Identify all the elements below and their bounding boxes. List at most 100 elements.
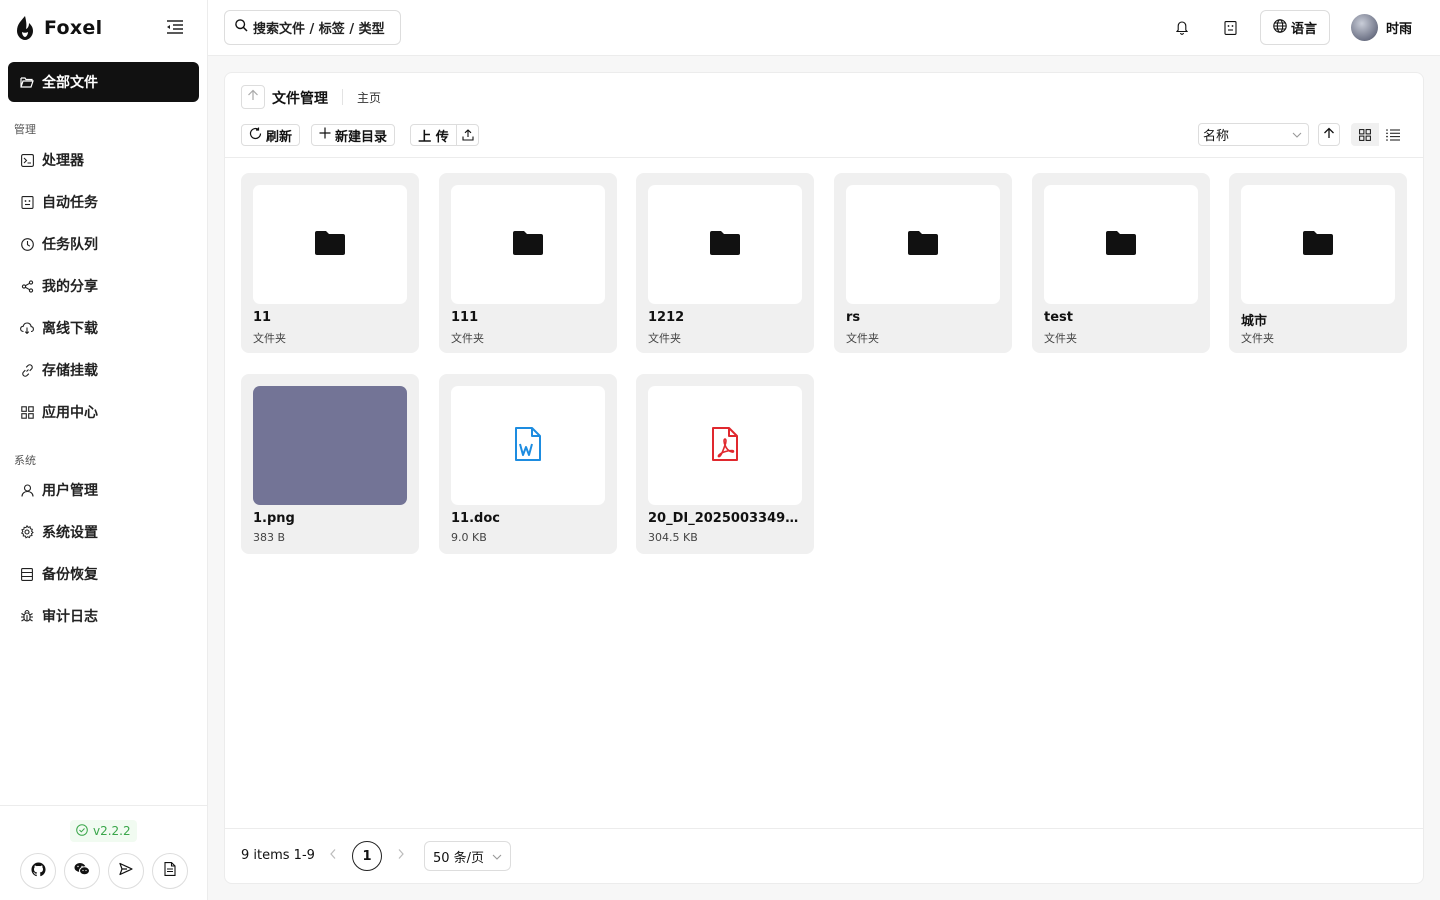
sidebar: Foxel 全部文件 管理 处理器 自动任务 任务队列 我的分享 离线下载 存储… bbox=[0, 0, 208, 900]
file-thumbnail bbox=[1241, 185, 1395, 304]
share-icon bbox=[20, 279, 34, 293]
file-name: test bbox=[1044, 310, 1073, 325]
sidebar-item-label: 备份恢复 bbox=[42, 567, 98, 583]
docs-button[interactable] bbox=[152, 853, 188, 889]
file-thumbnail bbox=[253, 185, 407, 304]
page-size-select[interactable]: 50 条/页 bbox=[424, 841, 511, 871]
avatar bbox=[1351, 14, 1378, 41]
refresh-button[interactable]: 刷新 bbox=[241, 124, 301, 146]
sidebar-item-my-shares[interactable]: 我的分享 bbox=[8, 266, 199, 306]
language-button[interactable]: 语言 bbox=[1260, 10, 1330, 45]
sidebar-item-processor[interactable]: 处理器 bbox=[8, 140, 199, 180]
sidebar-item-app-center[interactable]: 应用中心 bbox=[8, 392, 199, 432]
folder-open-icon bbox=[20, 75, 34, 89]
page-size-value: 50 条/页 bbox=[433, 850, 485, 866]
divider bbox=[225, 157, 1423, 158]
refresh-label: 刷新 bbox=[266, 129, 293, 145]
brand[interactable]: Foxel bbox=[14, 12, 102, 44]
list-view-icon[interactable] bbox=[1379, 123, 1407, 146]
sidebar-item-all-files[interactable]: 全部文件 bbox=[8, 62, 199, 102]
go-up-button[interactable] bbox=[241, 85, 265, 109]
link-icon bbox=[20, 363, 34, 377]
sidebar-footer: v2.2.2 bbox=[0, 805, 207, 900]
page-number-button[interactable]: 1 bbox=[352, 841, 382, 871]
fox-logo-icon bbox=[14, 15, 36, 41]
file-name: 111 bbox=[451, 310, 479, 325]
sidebar-item-storage-mount[interactable]: 存储挂载 bbox=[8, 350, 199, 390]
user-menu[interactable]: 时雨 bbox=[1351, 14, 1412, 41]
clock-icon bbox=[20, 237, 34, 251]
file-card-folder[interactable]: test 文件夹 bbox=[1032, 173, 1210, 353]
version-badge: v2.2.2 bbox=[70, 820, 137, 842]
file-card-pdf[interactable]: 20_DI_2025003349_... 304.5 KB bbox=[636, 374, 814, 554]
file-name: rs bbox=[846, 310, 861, 325]
sidebar-item-label: 离线下载 bbox=[42, 321, 98, 337]
file-thumbnail bbox=[648, 185, 802, 304]
chevron-down-icon bbox=[492, 849, 502, 864]
upload-more-icon[interactable] bbox=[457, 125, 478, 145]
sidebar-item-task-queue[interactable]: 任务队列 bbox=[8, 224, 199, 264]
search-placeholder: 搜索文件 / 标签 / 类型 bbox=[253, 22, 385, 37]
file-card-folder[interactable]: 城市 文件夹 bbox=[1229, 173, 1407, 353]
arrow-up-icon bbox=[247, 89, 259, 105]
notification-bell-icon[interactable] bbox=[1171, 17, 1193, 39]
file-name: 11.doc bbox=[451, 511, 500, 526]
file-meta: 383 B bbox=[253, 531, 286, 544]
sidebar-item-offline-download[interactable]: 离线下载 bbox=[8, 308, 199, 348]
file-card-word[interactable]: 11.doc 9.0 KB bbox=[439, 374, 617, 554]
folder-icon bbox=[513, 230, 543, 259]
sort-select[interactable]: 名称 bbox=[1198, 123, 1309, 146]
grid-view-icon[interactable] bbox=[1351, 123, 1379, 146]
search-icon bbox=[235, 19, 248, 36]
wechat-button[interactable] bbox=[64, 853, 100, 889]
sidebar-item-backup-restore[interactable]: 备份恢复 bbox=[8, 554, 199, 594]
view-mode-toggle bbox=[1351, 123, 1407, 146]
file-card-folder[interactable]: 111 文件夹 bbox=[439, 173, 617, 353]
top-header: 搜索文件 / 标签 / 类型 语言 时雨 bbox=[208, 0, 1440, 56]
robot-assistant-icon[interactable] bbox=[1219, 17, 1241, 39]
check-circle-icon bbox=[76, 823, 88, 839]
sidebar-item-user-management[interactable]: 用户管理 bbox=[8, 470, 199, 510]
github-button[interactable] bbox=[20, 853, 56, 889]
folder-icon bbox=[1106, 230, 1136, 259]
file-name: 城市 bbox=[1241, 314, 1268, 329]
sidebar-item-audit-log[interactable]: 审计日志 bbox=[8, 596, 199, 636]
file-thumbnail bbox=[846, 185, 1000, 304]
breadcrumb-home[interactable]: 主页 bbox=[357, 89, 381, 106]
user-icon bbox=[20, 483, 34, 497]
database-icon bbox=[20, 567, 34, 581]
word-file-icon bbox=[514, 426, 542, 465]
chevron-left-icon[interactable] bbox=[329, 848, 337, 864]
file-card-folder[interactable]: rs 文件夹 bbox=[834, 173, 1012, 353]
sidebar-item-auto-tasks[interactable]: 自动任务 bbox=[8, 182, 199, 222]
file-card-image[interactable]: 1.png 383 B bbox=[241, 374, 419, 554]
send-button[interactable] bbox=[108, 853, 144, 889]
sidebar-item-label: 任务队列 bbox=[42, 237, 98, 253]
file-thumbnail bbox=[648, 386, 802, 505]
file-meta: 文件夹 bbox=[451, 332, 484, 345]
new-folder-button[interactable]: 新建目录 bbox=[311, 124, 396, 146]
search-input[interactable]: 搜索文件 / 标签 / 类型 bbox=[224, 10, 401, 45]
file-meta: 文件夹 bbox=[1044, 332, 1077, 345]
file-meta: 9.0 KB bbox=[451, 531, 487, 544]
folder-icon bbox=[908, 230, 938, 259]
image-thumbnail bbox=[253, 386, 407, 505]
file-card-folder[interactable]: 1212 文件夹 bbox=[636, 173, 814, 353]
section-label-system: 系统 bbox=[14, 454, 36, 467]
globe-icon bbox=[1273, 18, 1287, 37]
sidebar-item-system-settings[interactable]: 系统设置 bbox=[8, 512, 199, 552]
folder-icon bbox=[315, 230, 345, 259]
section-label-manage: 管理 bbox=[14, 123, 36, 136]
file-meta: 304.5 KB bbox=[648, 531, 698, 544]
sidebar-item-label: 处理器 bbox=[42, 153, 84, 169]
chevron-right-icon[interactable] bbox=[397, 848, 405, 864]
wechat-icon bbox=[74, 862, 90, 880]
file-card-folder[interactable]: 11 文件夹 bbox=[241, 173, 419, 353]
sort-direction-button[interactable] bbox=[1318, 123, 1340, 146]
collapse-menu-icon[interactable] bbox=[164, 16, 186, 38]
language-label: 语言 bbox=[1290, 22, 1317, 37]
upload-button[interactable]: 上 传 bbox=[411, 125, 457, 145]
sort-selected-value: 名称 bbox=[1203, 129, 1230, 144]
refresh-icon bbox=[249, 127, 262, 144]
gear-icon bbox=[20, 525, 34, 539]
